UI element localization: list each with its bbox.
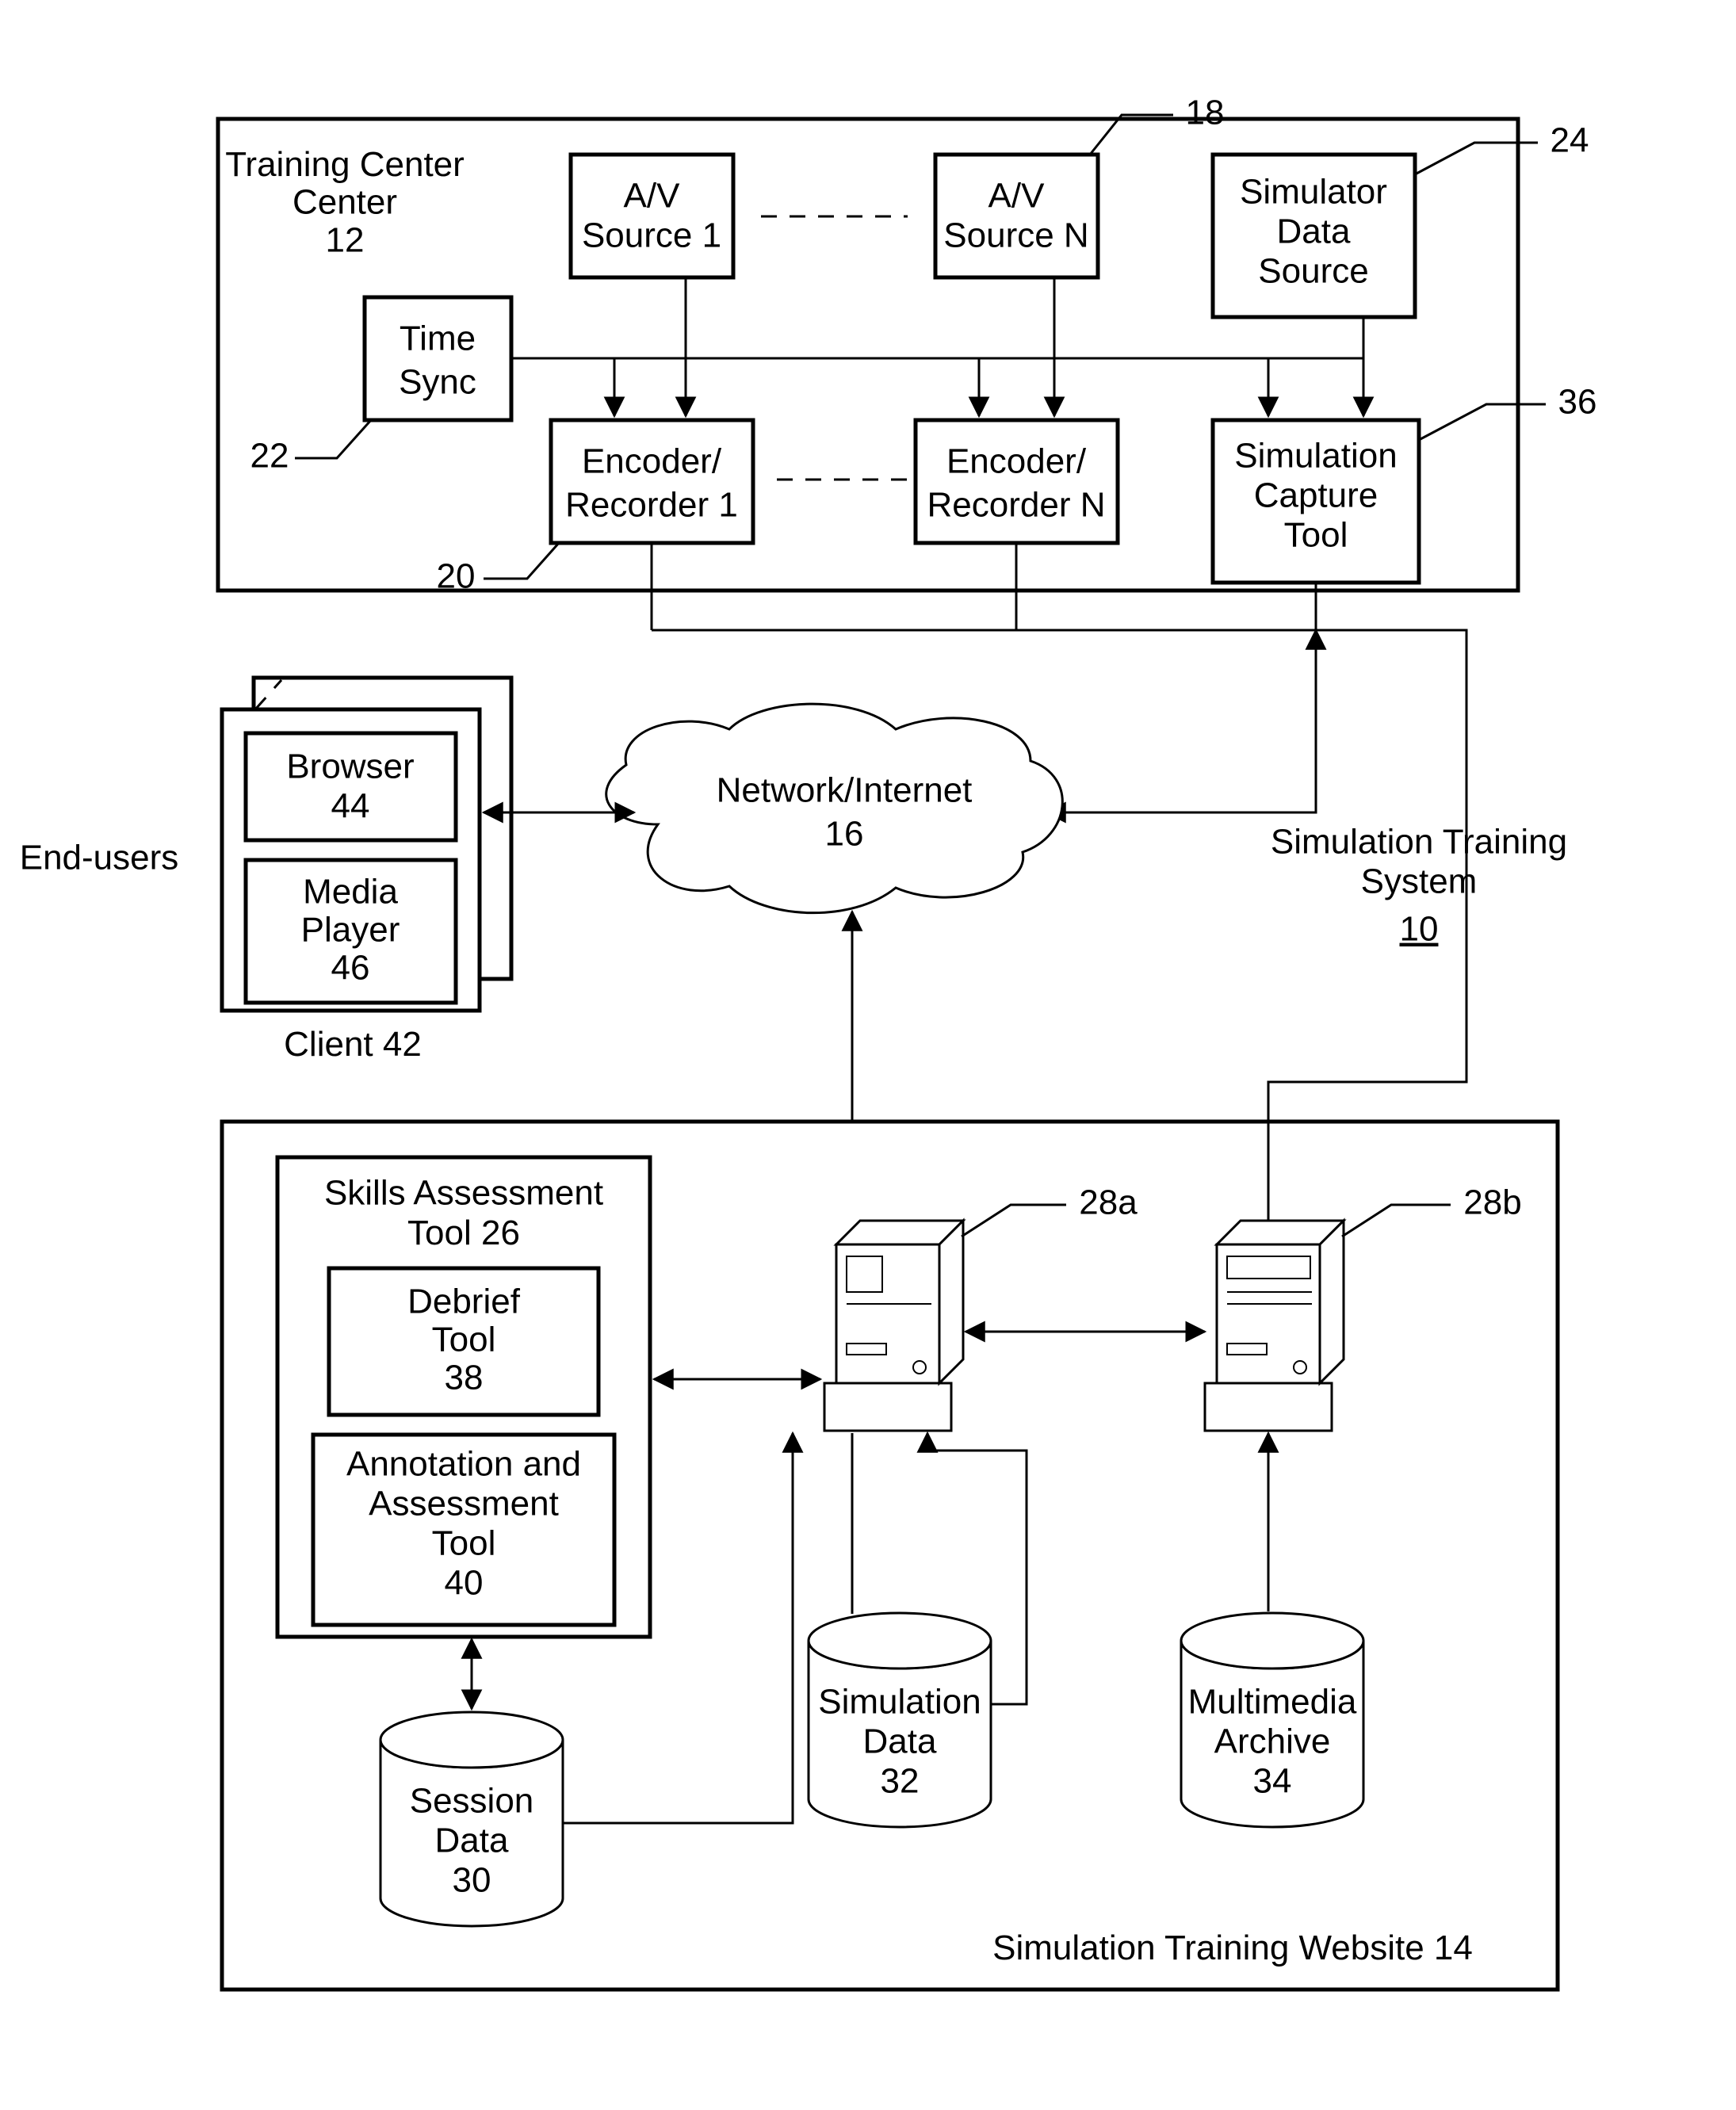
end-users-label: End-users [20,839,179,877]
svg-text:Time: Time [400,319,476,358]
svg-text:Session: Session [410,1782,534,1821]
encoder-recorder-n: Encoder/ Recorder N [916,420,1118,543]
server-28a-ref: 28a [1079,1183,1138,1222]
sim-data-source-ref: 24 [1551,121,1589,160]
server-28b [1205,1221,1344,1431]
svg-text:A/V: A/V [624,177,681,216]
time-sync-ref: 22 [250,437,289,476]
svg-text:Encoder/: Encoder/ [946,442,1087,481]
svg-text:Capture: Capture [1254,476,1378,515]
svg-text:Simulation: Simulation [1234,437,1397,476]
svg-text:Recorder 1: Recorder 1 [565,486,738,525]
svg-text:Archive: Archive [1214,1722,1331,1761]
training-center-container: Training Center Center 12 A/V Source 1 A… [218,94,1596,596]
svg-text:A/V: A/V [988,177,1046,216]
svg-text:Tool: Tool [432,1524,496,1563]
svg-text:40: 40 [445,1564,484,1603]
svg-text:32: 32 [881,1762,920,1801]
svg-text:Simulator: Simulator [1240,173,1387,212]
session-data-db: Session Data 30 [380,1712,563,1926]
svg-text:Simulation Training: Simulation Training [1271,823,1567,862]
network-cloud: Network/Internet 16 [606,704,1063,913]
svg-text:Tool 26: Tool 26 [407,1214,520,1252]
svg-text:Client 42: Client 42 [284,1025,422,1064]
training-center-title-line2: Center [293,183,397,222]
svg-text:Sync: Sync [399,363,476,402]
svg-text:Assessment: Assessment [369,1485,559,1523]
recorder-1-ref: 20 [437,557,476,596]
svg-text:Data: Data [863,1722,937,1761]
svg-text:Data: Data [435,1821,509,1860]
av-source-n: A/V Source N [935,155,1098,277]
svg-text:Simulation: Simulation [818,1683,981,1722]
svg-text:Data: Data [1277,212,1351,251]
svg-text:Skills Assessment: Skills Assessment [324,1174,603,1213]
training-center-ref: 12 [326,221,365,260]
svg-text:Multimedia: Multimedia [1188,1683,1357,1722]
svg-text:Source 1: Source 1 [582,216,721,255]
svg-text:30: 30 [453,1861,491,1900]
svg-text:Tool: Tool [1284,516,1348,555]
encoder-recorder-1: Encoder/ Recorder 1 [551,420,753,543]
simulation-training-website-label: Simulation Training Website 14 [992,1928,1473,1967]
svg-text:Debrief: Debrief [407,1282,521,1321]
svg-text:Browser: Browser [286,747,414,786]
multimedia-archive-db: Multimedia Archive 34 [1181,1613,1363,1827]
svg-text:46: 46 [331,949,370,988]
svg-text:Network/Internet: Network/Internet [717,771,973,810]
svg-text:Tool: Tool [432,1321,496,1359]
time-sync: Time Sync [365,297,511,420]
server-28b-ref: 28b [1463,1183,1521,1222]
svg-text:10: 10 [1400,910,1439,949]
svg-text:Annotation and: Annotation and [346,1445,581,1484]
sim-training-system-label: Simulation Training System 10 [1271,823,1567,949]
simulation-capture-tool: Simulation Capture Tool [1213,420,1419,583]
server-28a [824,1221,963,1431]
client-stack: Browser 44 Media Player 46 End-users Cli… [20,678,511,1064]
av-source-n-ref: 18 [1186,94,1225,132]
svg-text:Source N: Source N [943,216,1088,255]
svg-text:Encoder/: Encoder/ [582,442,722,481]
svg-text:34: 34 [1253,1762,1292,1801]
simulation-data-db: Simulation Data 32 [809,1613,991,1827]
skills-assessment-tool: Skills Assessment Tool 26 Debrief Tool 3… [277,1157,650,1637]
training-center-title: Training Center [225,145,465,184]
svg-text:System: System [1361,862,1478,901]
simulator-data-source: Simulator Data Source [1213,155,1415,317]
svg-text:16: 16 [825,815,864,854]
svg-text:Player: Player [301,911,400,950]
sim-capture-ref: 36 [1558,383,1597,422]
svg-text:Source: Source [1258,252,1368,291]
svg-text:44: 44 [331,787,370,826]
svg-text:Recorder N: Recorder N [927,486,1106,525]
av-source-1: A/V Source 1 [571,155,733,277]
svg-text:Media: Media [303,873,398,912]
svg-text:38: 38 [445,1359,484,1397]
